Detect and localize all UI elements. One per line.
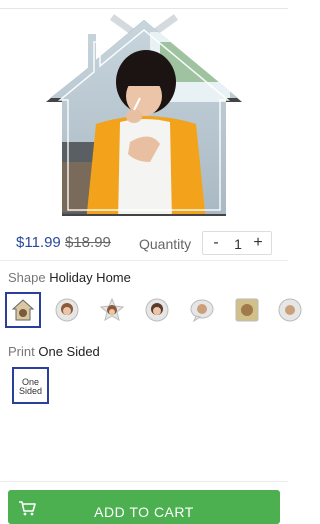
print-label: Print xyxy=(8,344,35,359)
quantity-increase-button[interactable]: + xyxy=(249,233,267,253)
quantity-stepper: - 1 + xyxy=(202,231,272,255)
divider xyxy=(0,481,288,482)
square-thumbnail-icon xyxy=(235,298,259,322)
shape-option-4[interactable] xyxy=(139,292,175,328)
quantity-value[interactable]: 1 xyxy=(227,236,249,252)
shape-option-holiday-home[interactable] xyxy=(5,292,41,328)
print-heading: Print One Sided xyxy=(8,344,100,359)
top-divider xyxy=(0,8,288,9)
shape-options xyxy=(0,292,302,330)
print-option-line2: Sided xyxy=(18,386,43,396)
round-thumbnail-icon xyxy=(55,298,79,322)
price-row: $11.99 $18.99 Quantity - 1 + xyxy=(0,231,288,255)
sale-price: $11.99 xyxy=(16,234,61,251)
star-thumbnail-icon xyxy=(100,298,124,322)
badge-thumbnail-icon xyxy=(145,298,169,322)
add-to-cart-label: ADD TO CART xyxy=(94,504,194,520)
add-to-cart-button[interactable]: ADD TO CART xyxy=(8,490,280,524)
shape-option-6[interactable] xyxy=(229,292,265,328)
divider xyxy=(0,260,288,261)
quantity-label: Quantity xyxy=(139,236,192,252)
house-thumbnail-icon xyxy=(11,299,35,321)
house-shaped-photo-icon xyxy=(46,14,242,216)
shape-option-7[interactable] xyxy=(272,292,308,328)
bubble-thumbnail-icon xyxy=(190,299,214,322)
shape-option-2[interactable] xyxy=(49,292,85,328)
shape-option-3[interactable] xyxy=(94,292,130,328)
shape-heading: Shape Holiday Home xyxy=(8,270,131,285)
product-image xyxy=(0,12,288,224)
print-option-one-sided[interactable]: One Sided xyxy=(12,367,49,404)
original-price: $18.99 xyxy=(65,234,111,251)
round-thumbnail-icon xyxy=(278,298,302,322)
shape-selected-value: Holiday Home xyxy=(49,270,131,285)
shape-option-5[interactable] xyxy=(184,292,220,328)
shape-label: Shape xyxy=(8,270,46,285)
print-selected-value: One Sided xyxy=(38,344,100,359)
quantity-decrease-button[interactable]: - xyxy=(207,233,225,253)
